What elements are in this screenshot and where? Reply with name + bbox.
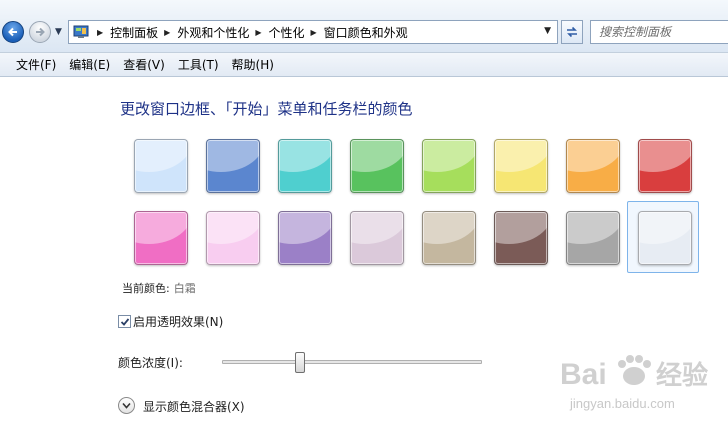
menu-tools[interactable]: 工具(T) [178,56,219,73]
checkmark-icon [120,318,130,326]
breadcrumb-personalization[interactable]: 个性化 [269,24,305,41]
current-color-label: 当前颜色: [122,282,170,295]
color-swatch[interactable] [638,211,692,265]
show-mixer-button[interactable] [118,397,135,414]
svg-text:Bai: Bai [560,358,607,391]
breadcrumb[interactable]: ▶ 控制面板 ▶ 外观和个性化 ▶ 个性化 ▶ 窗口颜色和外观 ▼ [68,20,558,44]
chevron-down-icon [122,402,131,409]
search-box[interactable] [590,20,728,44]
intensity-slider-track[interactable] [222,360,482,364]
breadcrumb-window-color[interactable]: 窗口颜色和外观 [324,24,408,41]
current-color: 当前颜色: 白霜 [122,280,196,296]
color-swatch[interactable] [278,139,332,193]
back-button[interactable] [2,21,24,43]
menu-edit[interactable]: 编辑(E) [69,56,110,73]
menu-view[interactable]: 查看(V) [123,56,165,73]
page-title: 更改窗口边框、「开始」菜单和任务栏的颜色 [120,100,413,118]
intensity-label: 颜色浓度(I): [118,356,183,370]
color-swatch[interactable] [206,139,260,193]
transparency-checkbox[interactable] [118,315,131,328]
chevron-right-icon[interactable]: ▶ [255,28,261,37]
color-swatch[interactable] [350,211,404,265]
menu-bar: 文件(F) 编辑(E) 查看(V) 工具(T) 帮助(H) [0,52,728,77]
color-swatch[interactable] [134,211,188,265]
color-swatch[interactable] [422,139,476,193]
color-swatch[interactable] [206,211,260,265]
svg-text:jingyan.baidu.com: jingyan.baidu.com [569,396,675,411]
transparency-label[interactable]: 启用透明效果(N) [133,313,223,330]
breadcrumb-control-panel[interactable]: 控制面板 [110,24,158,41]
color-swatch[interactable] [278,211,332,265]
recent-pages-dropdown[interactable]: ▼ [55,27,62,37]
color-swatch[interactable] [566,211,620,265]
refresh-icon [567,26,577,38]
color-swatch[interactable] [638,139,692,193]
current-color-value: 白霜 [173,282,196,295]
baidu-watermark-logo: Bai 经验 jingyan.baidu.com [560,355,708,411]
menu-file[interactable]: 文件(F) [16,56,56,73]
chevron-right-icon[interactable]: ▶ [311,28,317,37]
address-dropdown-icon[interactable]: ▼ [544,26,551,36]
arrow-right-icon [36,27,45,37]
control-panel-icon [73,25,89,42]
color-swatch[interactable] [422,211,476,265]
intensity-slider-thumb[interactable] [295,352,305,373]
forward-button[interactable] [29,21,51,43]
menu-help[interactable]: 帮助(H) [232,56,274,73]
address-bar-area: ▼ ▶ 控制面板 ▶ 外观和个性化 ▶ 个性化 ▶ 窗口颜色和外观 ▼ [0,0,728,52]
svg-text:经验: 经验 [656,360,708,391]
refresh-button[interactable] [561,20,583,44]
show-mixer-label[interactable]: 显示颜色混合器(X) [143,398,245,415]
search-input[interactable] [591,21,725,42]
color-swatch[interactable] [494,211,548,265]
color-swatch[interactable] [350,139,404,193]
color-swatch[interactable] [566,139,620,193]
breadcrumb-appearance[interactable]: 外观和个性化 [177,24,249,41]
arrow-left-icon [8,27,17,37]
color-swatch[interactable] [494,139,548,193]
chevron-right-icon[interactable]: ▶ [164,28,170,37]
color-swatch[interactable] [134,139,188,193]
chevron-right-icon: ▶ [97,27,104,37]
